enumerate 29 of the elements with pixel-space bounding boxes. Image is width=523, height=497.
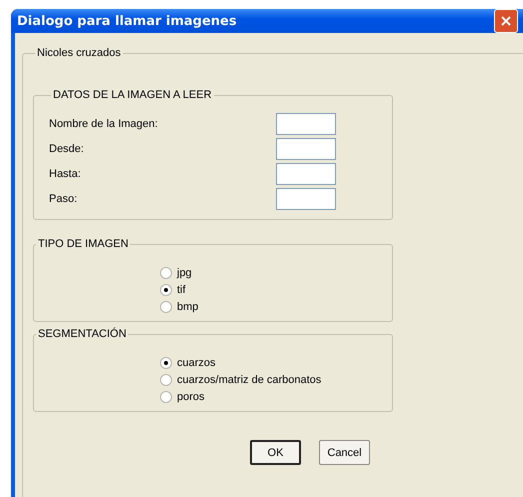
- radio-button[interactable]: [160, 284, 172, 296]
- field-label: Desde:: [49, 142, 84, 154]
- radio-button[interactable]: [160, 390, 172, 402]
- field-label: Paso:: [49, 192, 78, 204]
- group-title: DATOS DE LA IMAGEN A LEER: [52, 89, 213, 101]
- input-field[interactable]: [276, 162, 336, 184]
- window-title: Dialogo para llamar imagenes: [17, 14, 237, 28]
- group-title: SEGMENTACIÓN: [37, 328, 128, 340]
- input-field[interactable]: [276, 112, 336, 134]
- radio-label: tif: [177, 284, 186, 296]
- radio-label: jpg: [177, 266, 192, 278]
- field-label: Hasta:: [49, 168, 81, 180]
- input-field[interactable]: [276, 138, 336, 160]
- group-title: Nicoles cruzados: [36, 47, 122, 59]
- radio-button[interactable]: [160, 300, 172, 312]
- radio-button[interactable]: [160, 374, 172, 386]
- group-title: TIPO DE IMAGEN: [37, 238, 130, 250]
- radio-label: poros: [177, 390, 205, 402]
- radio-label: cuarzos: [177, 356, 216, 368]
- close-icon: [500, 15, 512, 27]
- radio-button[interactable]: [160, 356, 172, 368]
- radio-label: cuarzos/matriz de carbonatos: [177, 374, 322, 386]
- field-label: Nombre de la Imagen:: [49, 118, 158, 130]
- input-field[interactable]: [276, 188, 336, 210]
- radio-label: bmp: [177, 300, 198, 312]
- radio-button[interactable]: [160, 266, 172, 278]
- close-button[interactable]: [494, 9, 518, 33]
- cancel-button[interactable]: Cancel: [319, 440, 370, 465]
- ok-button[interactable]: OK: [250, 440, 301, 465]
